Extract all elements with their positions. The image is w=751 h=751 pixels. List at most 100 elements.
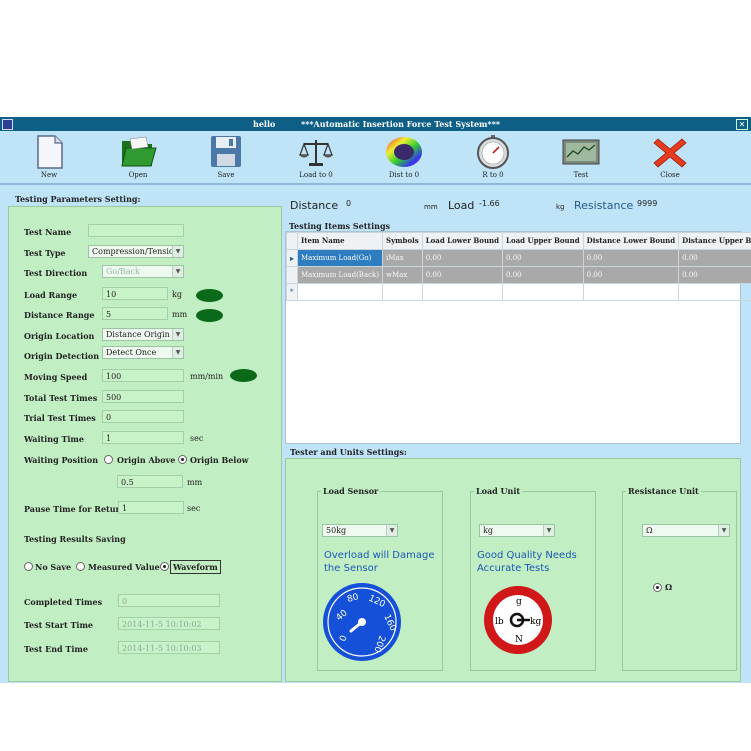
origin-below-radio[interactable] xyxy=(178,455,187,464)
open-button[interactable]: Open xyxy=(108,135,168,181)
load-unit-select[interactable]: kg ▼ xyxy=(479,524,555,537)
balance-scale-icon xyxy=(299,140,333,166)
load-sensor-select[interactable]: 50kg ▼ xyxy=(322,524,398,537)
dist-to-zero-button[interactable]: Dist to 0 xyxy=(374,135,434,181)
resistance-unit-group xyxy=(622,491,737,671)
measured-value-radio[interactable] xyxy=(76,562,85,571)
waiting-time-field[interactable]: 1 xyxy=(102,431,184,444)
trial-test-times-field[interactable]: 0 xyxy=(102,410,184,423)
origin-above-radio[interactable] xyxy=(104,455,113,464)
column-header[interactable]: Distance Upper Bound xyxy=(678,232,751,250)
waveform-radio[interactable] xyxy=(160,562,169,571)
table-cell[interactable]: wMax xyxy=(382,266,423,284)
total-test-times-label: Total Test Times xyxy=(24,393,98,403)
start-time-field: 2014-11-5 10:10:02 xyxy=(118,617,220,630)
table-cell[interactable] xyxy=(582,283,680,301)
waiting-offset-field[interactable]: 0.5 xyxy=(117,475,183,488)
total-test-times-field[interactable]: 500 xyxy=(102,390,184,403)
moving-speed-indicator xyxy=(230,369,257,382)
moving-speed-field[interactable]: 100 xyxy=(102,369,184,382)
table-cell[interactable]: Maximum Load(Go) xyxy=(297,249,384,267)
resistance-readout-label: Resistance xyxy=(574,199,634,212)
test-button[interactable]: Test xyxy=(551,135,611,181)
end-time-field: 2014-11-5 10:10:03 xyxy=(118,641,220,654)
ohm-radio[interactable] xyxy=(653,583,662,592)
window-close-button[interactable]: ✕ xyxy=(736,119,748,130)
table-cell[interactable]: Maximum Load(Back) xyxy=(297,266,384,284)
load-unit-note-line2: Accurate Tests xyxy=(477,563,550,574)
column-header[interactable]: Load Upper Bound xyxy=(502,232,584,250)
chevron-down-icon: ▼ xyxy=(172,347,183,358)
load-to-zero-button[interactable]: Load to 0 xyxy=(286,135,346,181)
origin-above-label: Origin Above xyxy=(117,455,176,465)
items-section-title: Testing Items Settings xyxy=(289,221,391,231)
load-sensor-note-line2: the Sensor xyxy=(324,563,378,574)
column-header[interactable]: Item Name xyxy=(297,232,384,250)
new-button[interactable]: New xyxy=(19,135,79,181)
test-name-field[interactable] xyxy=(88,224,184,237)
resistance-unit-select[interactable]: Ω ▼ xyxy=(642,524,730,537)
items-table-header: Item Name Symbols Load Lower Bound Load … xyxy=(285,232,751,250)
column-header[interactable]: Load Lower Bound xyxy=(421,232,504,250)
waiting-position-label: Waiting Position xyxy=(24,455,99,465)
table-row[interactable]: Maximum Load(Back) wMax 0.00 0.00 0.00 0… xyxy=(285,266,751,284)
load-unit-note-line1: Good Quality Needs xyxy=(477,550,577,561)
pause-time-label: Pause Time for Return xyxy=(24,504,126,514)
chevron-down-icon: ▼ xyxy=(386,525,397,536)
test-type-select[interactable]: Compression/Tensic ▼ xyxy=(88,245,184,258)
table-cell[interactable]: 0.00 xyxy=(502,249,584,267)
table-cell[interactable] xyxy=(297,283,384,301)
table-cell[interactable]: 0.00 xyxy=(678,266,751,284)
red-x-icon xyxy=(653,138,687,168)
distance-range-field[interactable]: 5 xyxy=(102,307,168,320)
origin-detection-select[interactable]: Detect Once ▼ xyxy=(102,346,184,359)
origin-location-select[interactable]: Distance Origin ▼ xyxy=(102,328,184,341)
params-section-title: Testing Parameters Setting: xyxy=(15,194,141,204)
table-row[interactable]: ▸ Maximum Load(Go) iMax 0.00 0.00 0.00 0… xyxy=(285,249,751,267)
results-saving-label: Testing Results Saving xyxy=(24,534,126,544)
stopwatch-icon xyxy=(477,135,509,169)
table-cell[interactable]: 0.00 xyxy=(582,266,680,284)
distance-readout-label: Distance xyxy=(290,199,339,212)
open-label: Open xyxy=(128,171,148,179)
distance-readout-unit: mm xyxy=(424,203,438,211)
r-to-zero-button[interactable]: R to 0 xyxy=(463,135,523,181)
new-label: New xyxy=(40,171,58,179)
resistance-readout-value: 9999 xyxy=(637,199,658,208)
load-range-label: Load Range xyxy=(24,290,78,300)
resistance-unit-value: Ω xyxy=(646,526,653,535)
chevron-down-icon: ▼ xyxy=(543,525,554,536)
completed-times-label: Completed Times xyxy=(24,597,103,607)
load-range-field[interactable]: 10 xyxy=(102,287,168,300)
column-header[interactable]: Symbols xyxy=(382,232,423,250)
chevron-down-icon: ▼ xyxy=(172,266,183,277)
load-readout-label: Load xyxy=(448,199,475,212)
table-cell[interactable]: iMax xyxy=(382,249,423,267)
save-button[interactable]: Save xyxy=(196,135,256,181)
dial-label-right: kg xyxy=(530,617,541,627)
ohm-radio-label: Ω xyxy=(665,582,673,592)
load-readout-unit: kg xyxy=(556,203,565,211)
table-cell[interactable]: 0.00 xyxy=(678,249,751,267)
monitor-chart-icon xyxy=(562,139,600,165)
measured-value-label: Measured Value xyxy=(88,562,160,572)
table-cell[interactable] xyxy=(421,283,504,301)
table-cell[interactable] xyxy=(502,283,584,301)
table-cell[interactable]: 0.00 xyxy=(421,249,504,267)
pause-time-field[interactable]: 1 xyxy=(118,501,184,514)
start-time-label: Test Start Time xyxy=(24,620,94,630)
close-button[interactable]: Close xyxy=(640,135,700,181)
close-label: Close xyxy=(660,171,680,179)
table-cell[interactable]: 0.00 xyxy=(421,266,504,284)
test-direction-select[interactable]: Go/Back ▼ xyxy=(102,265,184,278)
chevron-down-icon: ▼ xyxy=(718,525,729,536)
column-header[interactable]: Distance Lower Bound xyxy=(582,232,680,250)
items-table: Item Name Symbols Load Lower Bound Load … xyxy=(285,232,751,301)
no-save-radio[interactable] xyxy=(24,562,33,571)
new-table-row[interactable]: * xyxy=(285,283,751,301)
table-cell[interactable]: 0.00 xyxy=(502,266,584,284)
test-type-value: Compression/Tensic xyxy=(92,247,174,256)
table-cell[interactable]: 0.00 xyxy=(582,249,680,267)
table-cell[interactable] xyxy=(382,283,423,301)
table-cell[interactable] xyxy=(678,283,751,301)
